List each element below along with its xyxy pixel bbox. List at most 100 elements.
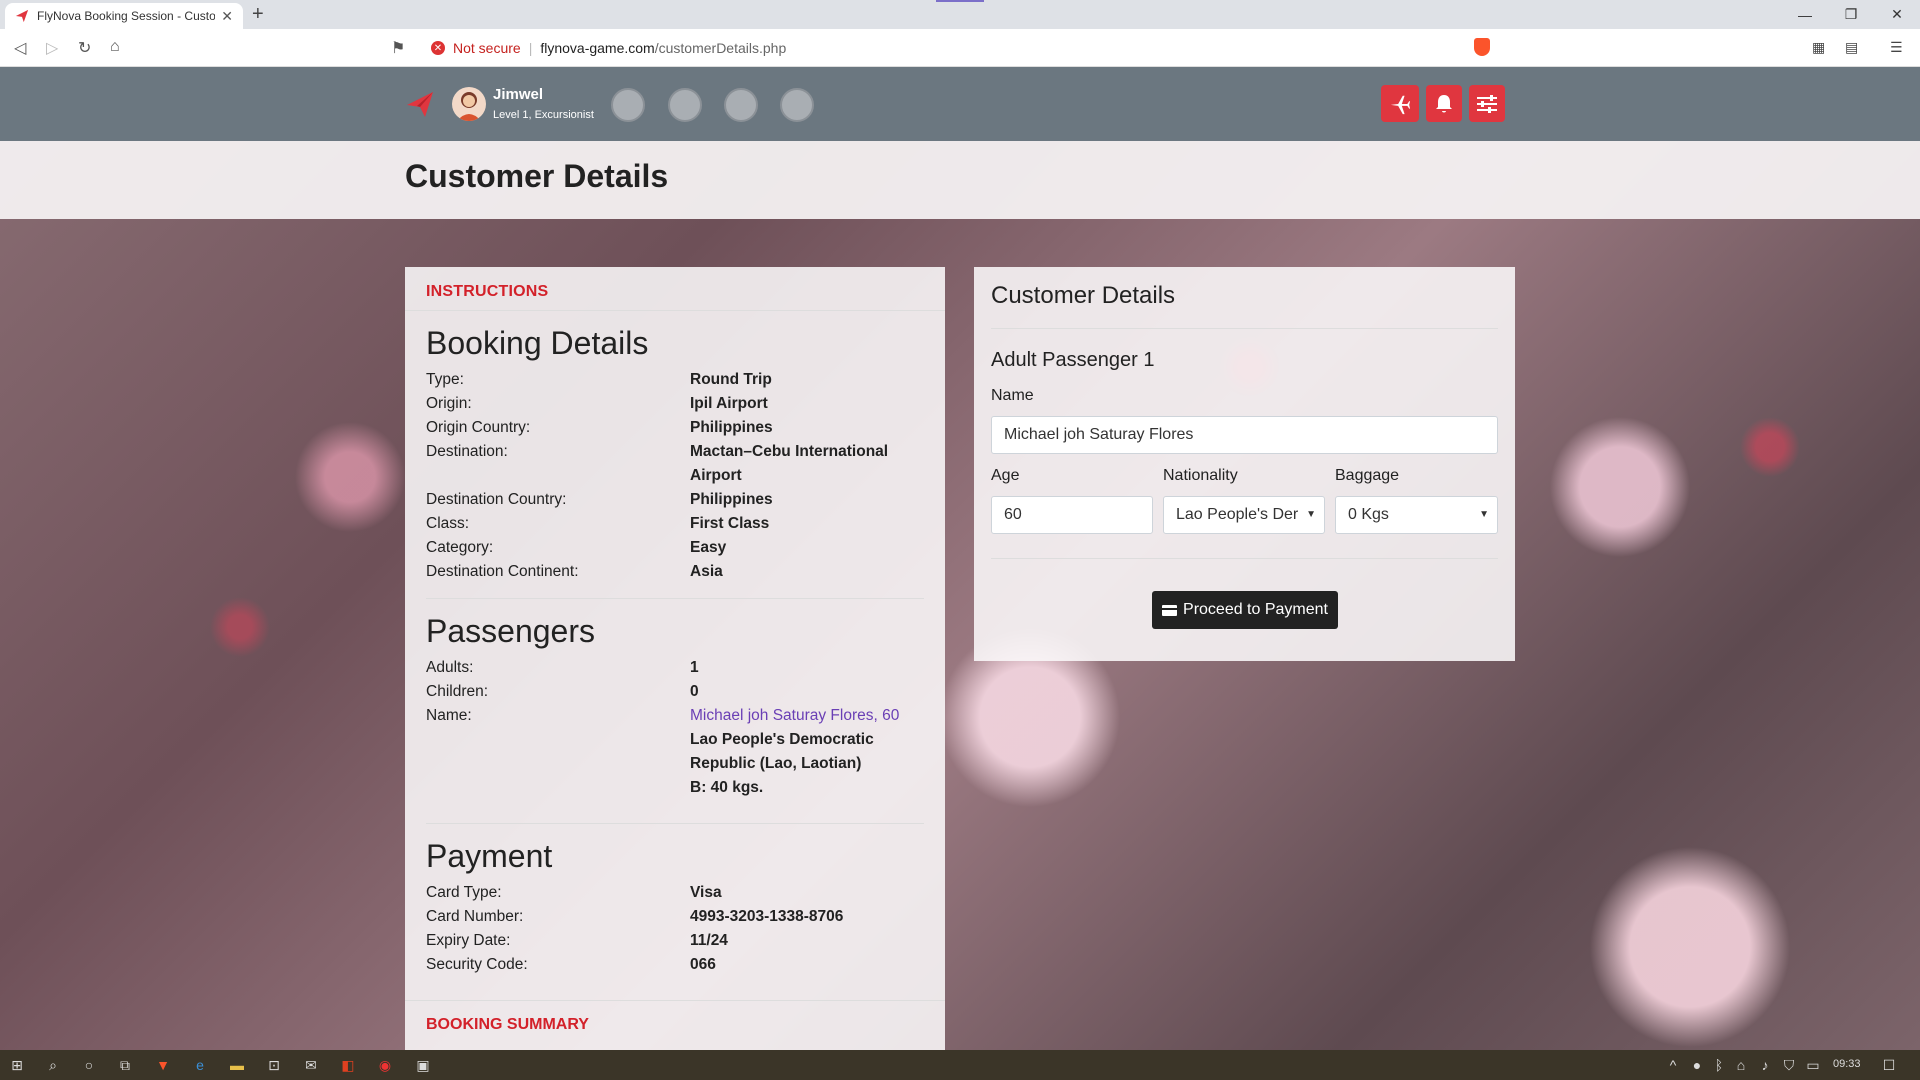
tray-chevron-icon[interactable]: ^	[1664, 1056, 1682, 1074]
browser-tab-active[interactable]: FlyNova Booking Session - Custom ✕	[5, 3, 243, 29]
notifications-button[interactable]	[1426, 85, 1462, 122]
detail-key: Class:	[426, 515, 470, 532]
detail-value: Round Trip	[690, 371, 772, 388]
detail-key: Destination Continent:	[426, 563, 579, 580]
not-secure-icon: ✕	[431, 41, 445, 55]
bookmark-icon[interactable]: ⚑	[391, 38, 405, 58]
tab-close-icon[interactable]: ✕	[221, 8, 233, 25]
detail-key: Card Type:	[426, 884, 502, 901]
detail-value: Easy	[690, 539, 727, 556]
flynova-logo-icon[interactable]	[405, 89, 435, 119]
passenger-name-link[interactable]: Michael joh Saturay Flores, 60	[690, 704, 926, 728]
new-tab-button[interactable]: +	[252, 3, 264, 25]
page-title: Customer Details	[405, 158, 669, 194]
nationality-select[interactable]: Lao People's Der ▼	[1163, 496, 1325, 534]
url-host: flynova-game.com	[540, 40, 655, 56]
divider	[405, 1000, 945, 1001]
instructions-panel: INSTRUCTIONS Booking Details Type: Round …	[405, 267, 945, 1050]
divider	[991, 328, 1498, 329]
office-icon[interactable]: ◧	[339, 1056, 357, 1074]
forward-icon[interactable]: ▷	[46, 38, 58, 58]
window-controls: — ❐ ✕	[1782, 0, 1920, 29]
divider	[426, 823, 924, 824]
home-icon[interactable]: ⌂	[110, 38, 120, 56]
achievement-badge-icon[interactable]	[668, 88, 702, 122]
detail-key: Name:	[426, 707, 472, 724]
age-field[interactable]: 60	[991, 496, 1153, 534]
bluetooth-icon[interactable]: ᛒ	[1710, 1056, 1728, 1074]
windows-start-icon[interactable]: ⊞	[8, 1056, 26, 1074]
detail-key: Adults:	[426, 659, 474, 676]
back-icon[interactable]: ◁	[14, 38, 26, 58]
achievement-badge-icon[interactable]	[780, 88, 814, 122]
avatar[interactable]	[452, 87, 486, 121]
achievement-badge-icon[interactable]	[724, 88, 758, 122]
reading-list-icon[interactable]: ▤	[1845, 39, 1858, 56]
search-icon[interactable]: ⌕	[44, 1056, 62, 1074]
minimize-button[interactable]: —	[1782, 0, 1828, 29]
divider	[426, 598, 924, 599]
detail-key: Security Code:	[426, 956, 528, 973]
detail-key: Origin:	[426, 395, 472, 412]
keyboard-icon[interactable]: ▭	[1804, 1056, 1822, 1074]
booking-details-heading: Booking Details	[426, 325, 649, 361]
divider	[405, 310, 945, 311]
brave-browser-icon[interactable]: ▼	[154, 1056, 172, 1074]
credit-card-icon	[1162, 604, 1178, 616]
detail-value: 11/24	[690, 932, 728, 949]
booking-summary-label[interactable]: BOOKING SUMMARY	[426, 1016, 589, 1034]
brave-shields-icon[interactable]	[1474, 38, 1490, 56]
username[interactable]: Jimwel	[493, 86, 543, 103]
detail-value: 066	[690, 956, 716, 973]
clock[interactable]: 09:33	[1833, 1058, 1861, 1070]
reload-icon[interactable]: ↻	[78, 38, 91, 58]
url-separator: |	[528, 40, 533, 56]
age-label: Age	[991, 467, 1020, 484]
bell-icon	[1436, 94, 1452, 112]
close-window-button[interactable]: ✕	[1874, 0, 1920, 29]
baggage-value: 0 Kgs	[1348, 506, 1389, 523]
achievement-badge-icon[interactable]	[611, 88, 645, 122]
detail-row: Name: Michael joh Saturay Flores, 60 Lao…	[426, 704, 926, 800]
nationality-label: Nationality	[1163, 467, 1238, 484]
edge-icon[interactable]: e	[191, 1056, 209, 1074]
passenger-baggage: B: 40 kgs.	[690, 779, 764, 796]
detail-value: 0	[690, 683, 699, 700]
store-icon[interactable]: ⊡	[265, 1056, 283, 1074]
detail-value: Asia	[690, 563, 723, 580]
detail-value: Mactan–Cebu International Airport	[690, 443, 889, 484]
passenger-nationality: Lao People's Democratic Republic (Lao, L…	[690, 731, 874, 772]
proceed-to-payment-button[interactable]: Proceed to Payment	[1152, 591, 1338, 629]
flynova-favicon-icon	[15, 9, 29, 23]
user-level: Level 1, Excursionist	[493, 109, 594, 121]
airplane-icon	[1390, 95, 1411, 114]
flights-button[interactable]	[1381, 85, 1419, 122]
cortana-icon[interactable]: ○	[80, 1056, 98, 1074]
restore-button[interactable]: ❐	[1828, 0, 1874, 29]
url-path: /customerDetails.php	[654, 40, 787, 56]
menu-icon[interactable]: ☰	[1890, 39, 1903, 56]
name-field[interactable]: Michael joh Saturay Flores	[991, 416, 1498, 454]
notifications-center-icon[interactable]: ☐	[1880, 1056, 1898, 1074]
browser-tabbar: FlyNova Booking Session - Custom ✕ + — ❐…	[0, 0, 1920, 29]
user-avatar-icon	[457, 92, 481, 121]
task-view-icon[interactable]: ⧉	[116, 1056, 134, 1074]
recorder-icon[interactable]: ◉	[376, 1056, 394, 1074]
not-secure-label: Not secure	[453, 40, 521, 56]
volume-icon[interactable]: ♪	[1756, 1056, 1774, 1074]
baggage-select[interactable]: 0 Kgs ▼	[1335, 496, 1498, 534]
qr-code-icon[interactable]: ▦	[1812, 39, 1825, 56]
detail-key: Destination Country:	[426, 491, 567, 508]
instructions-label[interactable]: INSTRUCTIONS	[426, 283, 548, 301]
terminal-icon[interactable]: ▣	[414, 1056, 432, 1074]
network-icon[interactable]: ⌂	[1732, 1056, 1750, 1074]
microphone-icon[interactable]: ●	[1688, 1056, 1706, 1074]
settings-menu-button[interactable]	[1469, 85, 1505, 122]
security-icon[interactable]: ⛉	[1780, 1056, 1798, 1074]
mail-icon[interactable]: ✉	[302, 1056, 320, 1074]
file-explorer-icon[interactable]: ▬	[228, 1056, 246, 1074]
detail-value: Philippines	[690, 491, 773, 508]
address-bar[interactable]: ✕ Not secure | flynova-game.com /custome…	[416, 34, 1498, 62]
detail-value: Visa	[690, 884, 722, 901]
passenger-heading: Adult Passenger 1	[991, 349, 1155, 371]
